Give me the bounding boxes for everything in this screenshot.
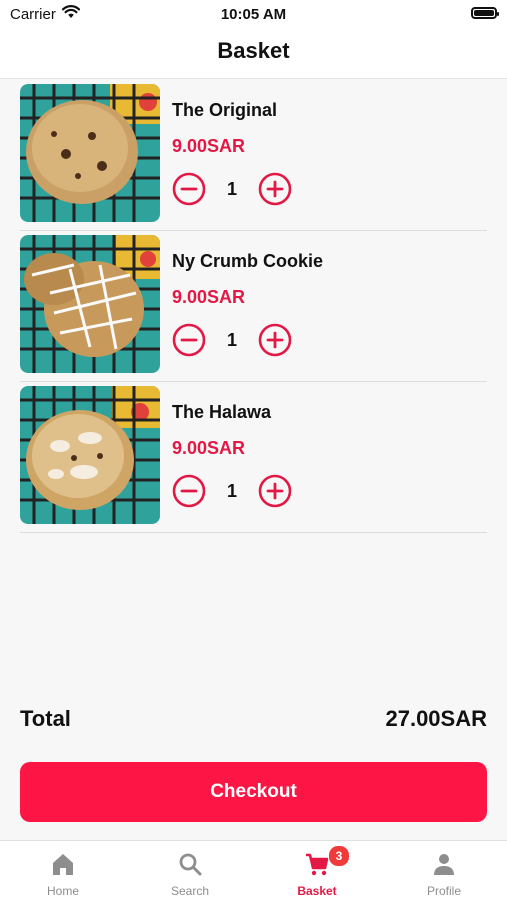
person-icon [434,854,454,875]
minus-circle-icon[interactable] [172,323,206,357]
total-label: Total [20,706,71,731]
quantity-stepper: 1 [172,323,302,357]
checkout-button[interactable]: Checkout [20,762,487,822]
product-name: The Halawa [172,402,272,422]
minus-circle-icon[interactable] [172,474,206,508]
product-image-halawa-cookie [20,386,160,524]
home-icon [53,854,73,875]
basket-item[interactable]: The Original 9.00SAR 1 [20,80,487,231]
product-name: The Original [172,100,278,120]
tab-basket[interactable]: 3 Basket [254,841,380,901]
plus-circle-icon[interactable] [258,172,292,206]
product-price: 9.00SAR [172,438,246,458]
quantity-value: 1 [226,330,237,350]
quantity-stepper: 1 [172,172,302,206]
minus-circle-icon[interactable] [172,172,206,206]
tab-profile[interactable]: Profile [381,841,507,901]
product-image-white-drizzle-cookie [20,235,160,373]
total-value: 27.00SAR [385,706,487,731]
quantity-value: 1 [226,179,237,199]
basket-list: The Original 9.00SAR 1 Ny Crumb Cookie 9… [20,80,487,533]
battery-icon [471,7,499,19]
basket-item[interactable]: The Halawa 9.00SAR 1 [20,382,487,533]
tab-search[interactable]: Search [127,841,253,901]
tab-label: Home [46,884,79,898]
status-bar: Carrier 10:05 AM [0,0,507,30]
cart-icon [306,853,329,876]
page-title: Basket [217,38,290,63]
basket-item[interactable]: Ny Crumb Cookie 9.00SAR 1 [20,231,487,382]
product-price: 9.00SAR [172,136,246,156]
product-image-chocolate-chip-cookie [20,84,160,222]
cart-count-badge: 3 [328,845,350,867]
product-name: Ny Crumb Cookie [172,251,324,271]
quantity-value: 1 [226,481,237,501]
plus-circle-icon[interactable] [258,474,292,508]
tab-label: Search [170,884,210,898]
tab-bar: Home Search 3 Basket Profile [0,840,507,901]
search-icon [179,853,202,876]
tab-label: Profile [426,884,461,898]
nav-header: Basket [0,30,507,79]
tab-home[interactable]: Home [0,841,126,901]
plus-circle-icon[interactable] [258,323,292,357]
quantity-stepper: 1 [172,474,302,508]
tab-label: Basket [297,884,337,898]
product-price: 9.00SAR [172,287,246,307]
clock: 10:05 AM [220,6,287,23]
